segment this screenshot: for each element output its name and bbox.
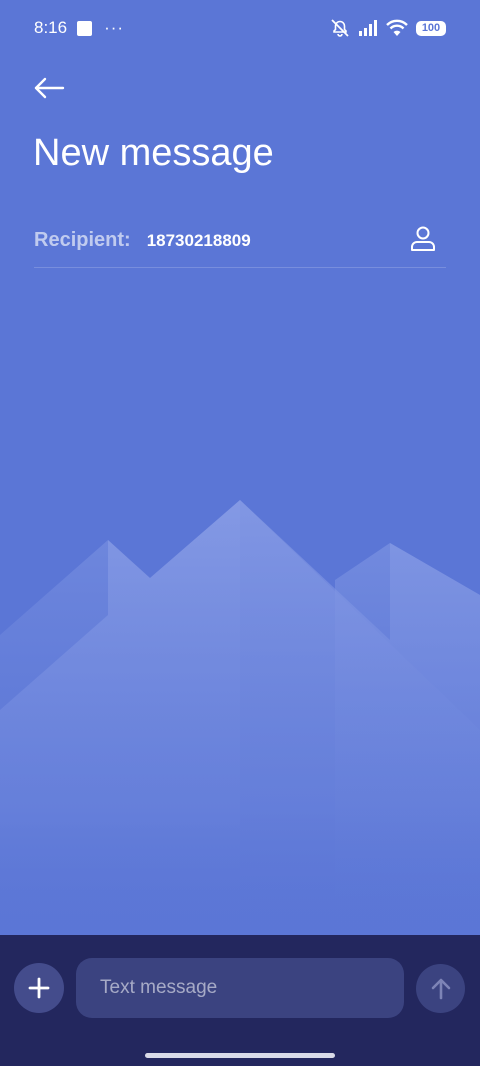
person-icon [411, 226, 435, 251]
status-bar: 8:16 ··· 100 [0, 0, 480, 56]
mute-icon [331, 19, 349, 37]
recipient-label: Recipient: [34, 229, 131, 251]
plus-icon [28, 977, 50, 999]
square-notification-icon [77, 20, 93, 36]
page-title: New message [33, 132, 274, 174]
arrow-left-icon [34, 77, 65, 99]
status-left: 8:16 ··· [34, 18, 124, 38]
status-dots: ··· [104, 18, 125, 37]
mountain-background [0, 500, 480, 940]
add-attachment-button[interactable] [14, 963, 64, 1013]
recipient-row[interactable]: Recipient: 18730218809 [34, 214, 446, 268]
arrow-up-icon [431, 978, 450, 999]
back-button[interactable] [30, 72, 68, 104]
signal-icon [359, 20, 377, 36]
recipient-number[interactable]: 18730218809 [147, 231, 251, 251]
composer-bar [0, 935, 480, 1066]
home-indicator[interactable] [145, 1053, 335, 1058]
status-right: 100 [330, 18, 446, 38]
contact-picker-button[interactable] [408, 222, 438, 254]
battery-icon: 100 [416, 20, 446, 36]
message-input[interactable] [76, 958, 404, 1018]
status-time: 8:16 [34, 18, 68, 37]
wifi-icon [386, 19, 408, 36]
send-button[interactable] [416, 964, 465, 1013]
